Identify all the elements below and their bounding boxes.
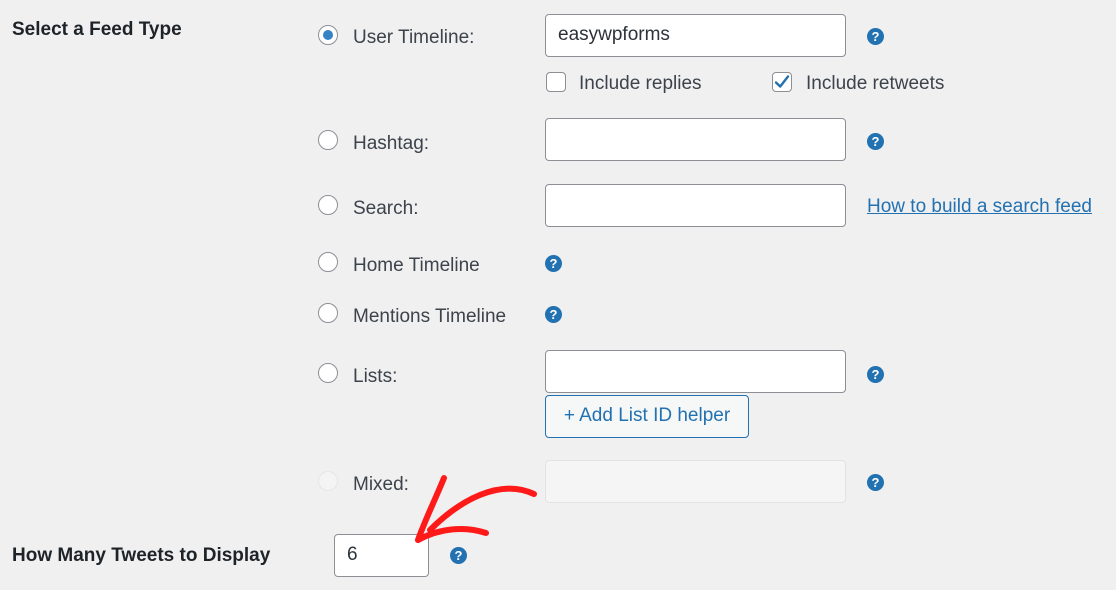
annotation-arrow-icon <box>415 475 537 543</box>
